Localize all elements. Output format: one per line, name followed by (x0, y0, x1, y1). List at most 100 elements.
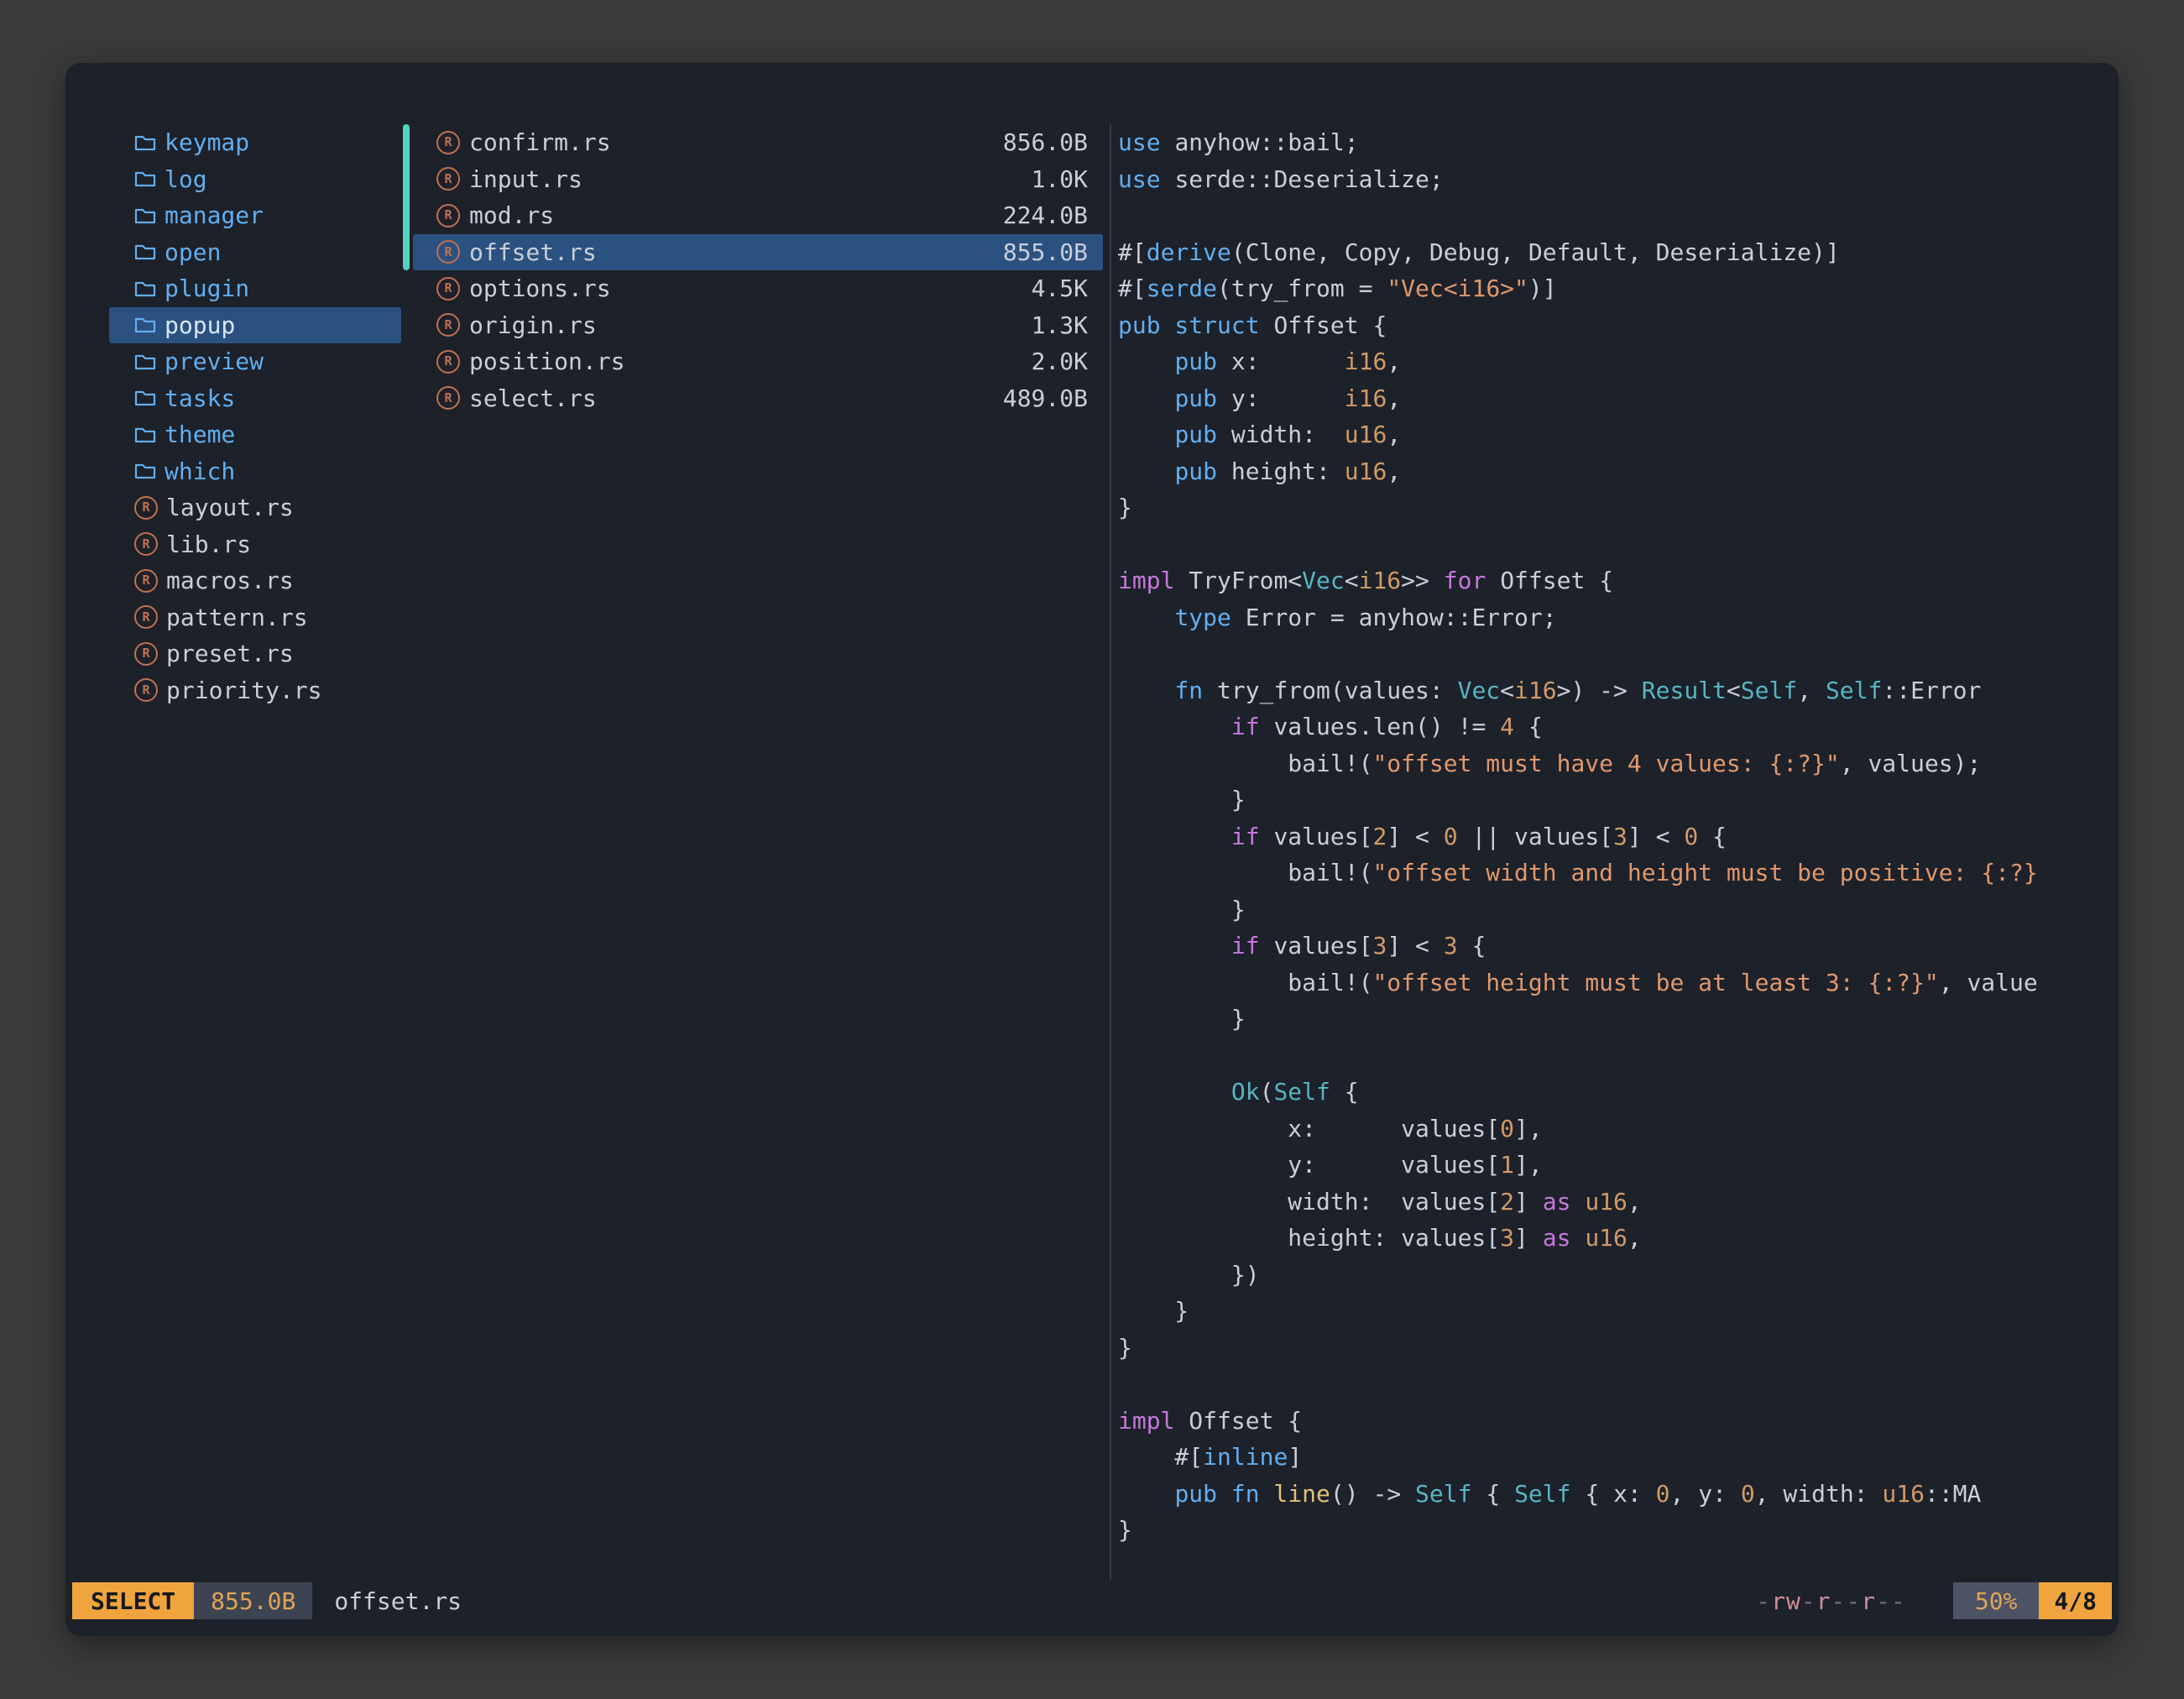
sidebar-file-macros.rs[interactable]: Rmacros.rs (109, 562, 401, 599)
rust-file-icon: R (134, 569, 158, 593)
code-line: pub height: u16, (1118, 453, 2115, 490)
code-token: serde::Deserialize; (1174, 165, 1443, 193)
code-token: )] (1528, 274, 1557, 302)
code-token: as (1543, 1188, 1586, 1215)
code-token: Self (1741, 677, 1797, 704)
code-line: pub width: u16, (1118, 416, 2115, 453)
code-token: 0 (1444, 823, 1458, 850)
code-token: Offset { (1500, 567, 1613, 594)
code-token: i16 (1514, 677, 1557, 704)
code-token: pub fn (1174, 1480, 1273, 1508)
code-token (1118, 457, 1174, 485)
code-token: y: values[ (1118, 1151, 1500, 1179)
sidebar-folder-which[interactable]: which (109, 453, 401, 490)
file-item-mod.rs[interactable]: Rmod.rs224.0B (413, 197, 1103, 234)
code-token: i16 (1345, 348, 1387, 375)
code-token: , y: (1670, 1480, 1741, 1508)
file-name: layout.rs (166, 494, 294, 521)
code-line: } (1118, 782, 2115, 818)
code-line: } (1118, 1001, 2115, 1038)
code-line (1118, 526, 2115, 563)
sidebar-folder-log[interactable]: log (109, 161, 401, 198)
sidebar-folder-open[interactable]: open (109, 234, 401, 271)
code-token: 4 (1500, 713, 1514, 740)
code-token: , (1628, 1188, 1642, 1215)
sidebar-file-preset.rs[interactable]: Rpreset.rs (109, 635, 401, 672)
code-line: impl Offset { (1118, 1403, 2115, 1440)
code-line: } (1118, 489, 2115, 526)
file-name: select.rs (469, 384, 597, 412)
sidebar-folder-tasks[interactable]: tasks (109, 380, 401, 417)
code-line: bail!("offset must have 4 values: {:?}",… (1118, 745, 2115, 782)
code-line: } (1118, 1512, 2115, 1549)
code-line: pub x: i16, (1118, 343, 2115, 380)
code-token: x: (1231, 348, 1345, 375)
code-line: #[derive(Clone, Copy, Debug, Default, De… (1118, 234, 2115, 271)
code-line: height: values[3] as u16, (1118, 1220, 2115, 1257)
code-token: width: values[ (1118, 1188, 1500, 1215)
code-token: impl (1118, 567, 1189, 594)
code-token: pub (1174, 457, 1230, 485)
file-size: 2.0K (1032, 348, 1088, 375)
file-size: 1.0K (1032, 165, 1088, 193)
file-size-badge: 855.0B (194, 1582, 312, 1619)
sidebar-folder-preview[interactable]: preview (109, 343, 401, 380)
code-token: , (1387, 457, 1401, 485)
folder-name: preview (165, 348, 264, 375)
file-name: input.rs (469, 165, 583, 193)
code-token: "offset height must be at least 3: {:?}" (1372, 969, 1938, 996)
file-size: 855.0B (1003, 238, 1088, 266)
code-token (1118, 384, 1174, 412)
sidebar-folder-theme[interactable]: theme (109, 416, 401, 453)
code-line: bail!("offset height must be at least 3:… (1118, 965, 2115, 1001)
code-line: y: values[1], (1118, 1147, 2115, 1184)
sidebar-folder-manager[interactable]: manager (109, 197, 401, 234)
code-line (1118, 197, 2115, 234)
code-token: as (1543, 1224, 1586, 1252)
file-item-position.rs[interactable]: Rposition.rs2.0K (413, 343, 1103, 380)
code-line: } (1118, 1293, 2115, 1330)
file-item-input.rs[interactable]: Rinput.rs1.0K (413, 161, 1103, 198)
code-token: , (1387, 384, 1401, 412)
code-token: for (1444, 567, 1500, 594)
code-token: ] (1514, 1224, 1543, 1252)
file-item-origin.rs[interactable]: Rorigin.rs1.3K (413, 307, 1103, 344)
code-token: } (1118, 494, 1132, 521)
status-left: SELECT 855.0B offset.rs (72, 1582, 462, 1619)
sidebar-file-lib.rs[interactable]: Rlib.rs (109, 526, 401, 563)
code-token: } (1118, 1297, 1189, 1325)
list-scrollbar[interactable] (403, 124, 410, 270)
folder-name: plugin (165, 274, 249, 302)
sidebar-file-layout.rs[interactable]: Rlayout.rs (109, 489, 401, 526)
sidebar-folder-plugin[interactable]: plugin (109, 270, 401, 307)
folder-icon (134, 133, 156, 152)
sidebar-file-priority.rs[interactable]: Rpriority.rs (109, 672, 401, 709)
sidebar-folder-keymap[interactable]: keymap (109, 124, 401, 161)
code-token: try_from(values: (1217, 677, 1458, 704)
rust-file-icon: R (436, 313, 460, 337)
file-size: 1.3K (1032, 311, 1088, 339)
code-token: Vec (1302, 567, 1345, 594)
file-item-options.rs[interactable]: Roptions.rs4.5K (413, 270, 1103, 307)
code-line (1118, 635, 2115, 672)
code-token: < (1345, 567, 1359, 594)
code-token: ::Error (1882, 677, 1981, 704)
code-token: bail!( (1118, 969, 1372, 996)
code-token: use (1118, 128, 1174, 156)
folder-name: popup (165, 311, 235, 339)
sidebar-file-pattern.rs[interactable]: Rpattern.rs (109, 599, 401, 636)
file-item-select.rs[interactable]: Rselect.rs489.0B (413, 380, 1103, 417)
code-token: ] (1288, 1443, 1302, 1471)
code-token: Offset { (1273, 311, 1387, 339)
code-token: Error = anyhow::Error; (1246, 604, 1557, 631)
code-token: 0 (1684, 823, 1698, 850)
file-size: 224.0B (1003, 201, 1088, 229)
status-right: -rw-r--r-- 50% 4/8 (1756, 1582, 2112, 1619)
code-token: "Vec<i16>" (1387, 274, 1528, 302)
file-item-offset.rs[interactable]: Roffset.rs855.0B (413, 234, 1103, 271)
sidebar-folder-popup[interactable]: popup (109, 307, 401, 344)
file-item-confirm.rs[interactable]: Rconfirm.rs856.0B (413, 124, 1103, 161)
code-token: "offset must have 4 values: {:?}" (1372, 750, 1839, 777)
code-token: { x: (1571, 1480, 1656, 1508)
status-filename: offset.rs (334, 1587, 462, 1615)
